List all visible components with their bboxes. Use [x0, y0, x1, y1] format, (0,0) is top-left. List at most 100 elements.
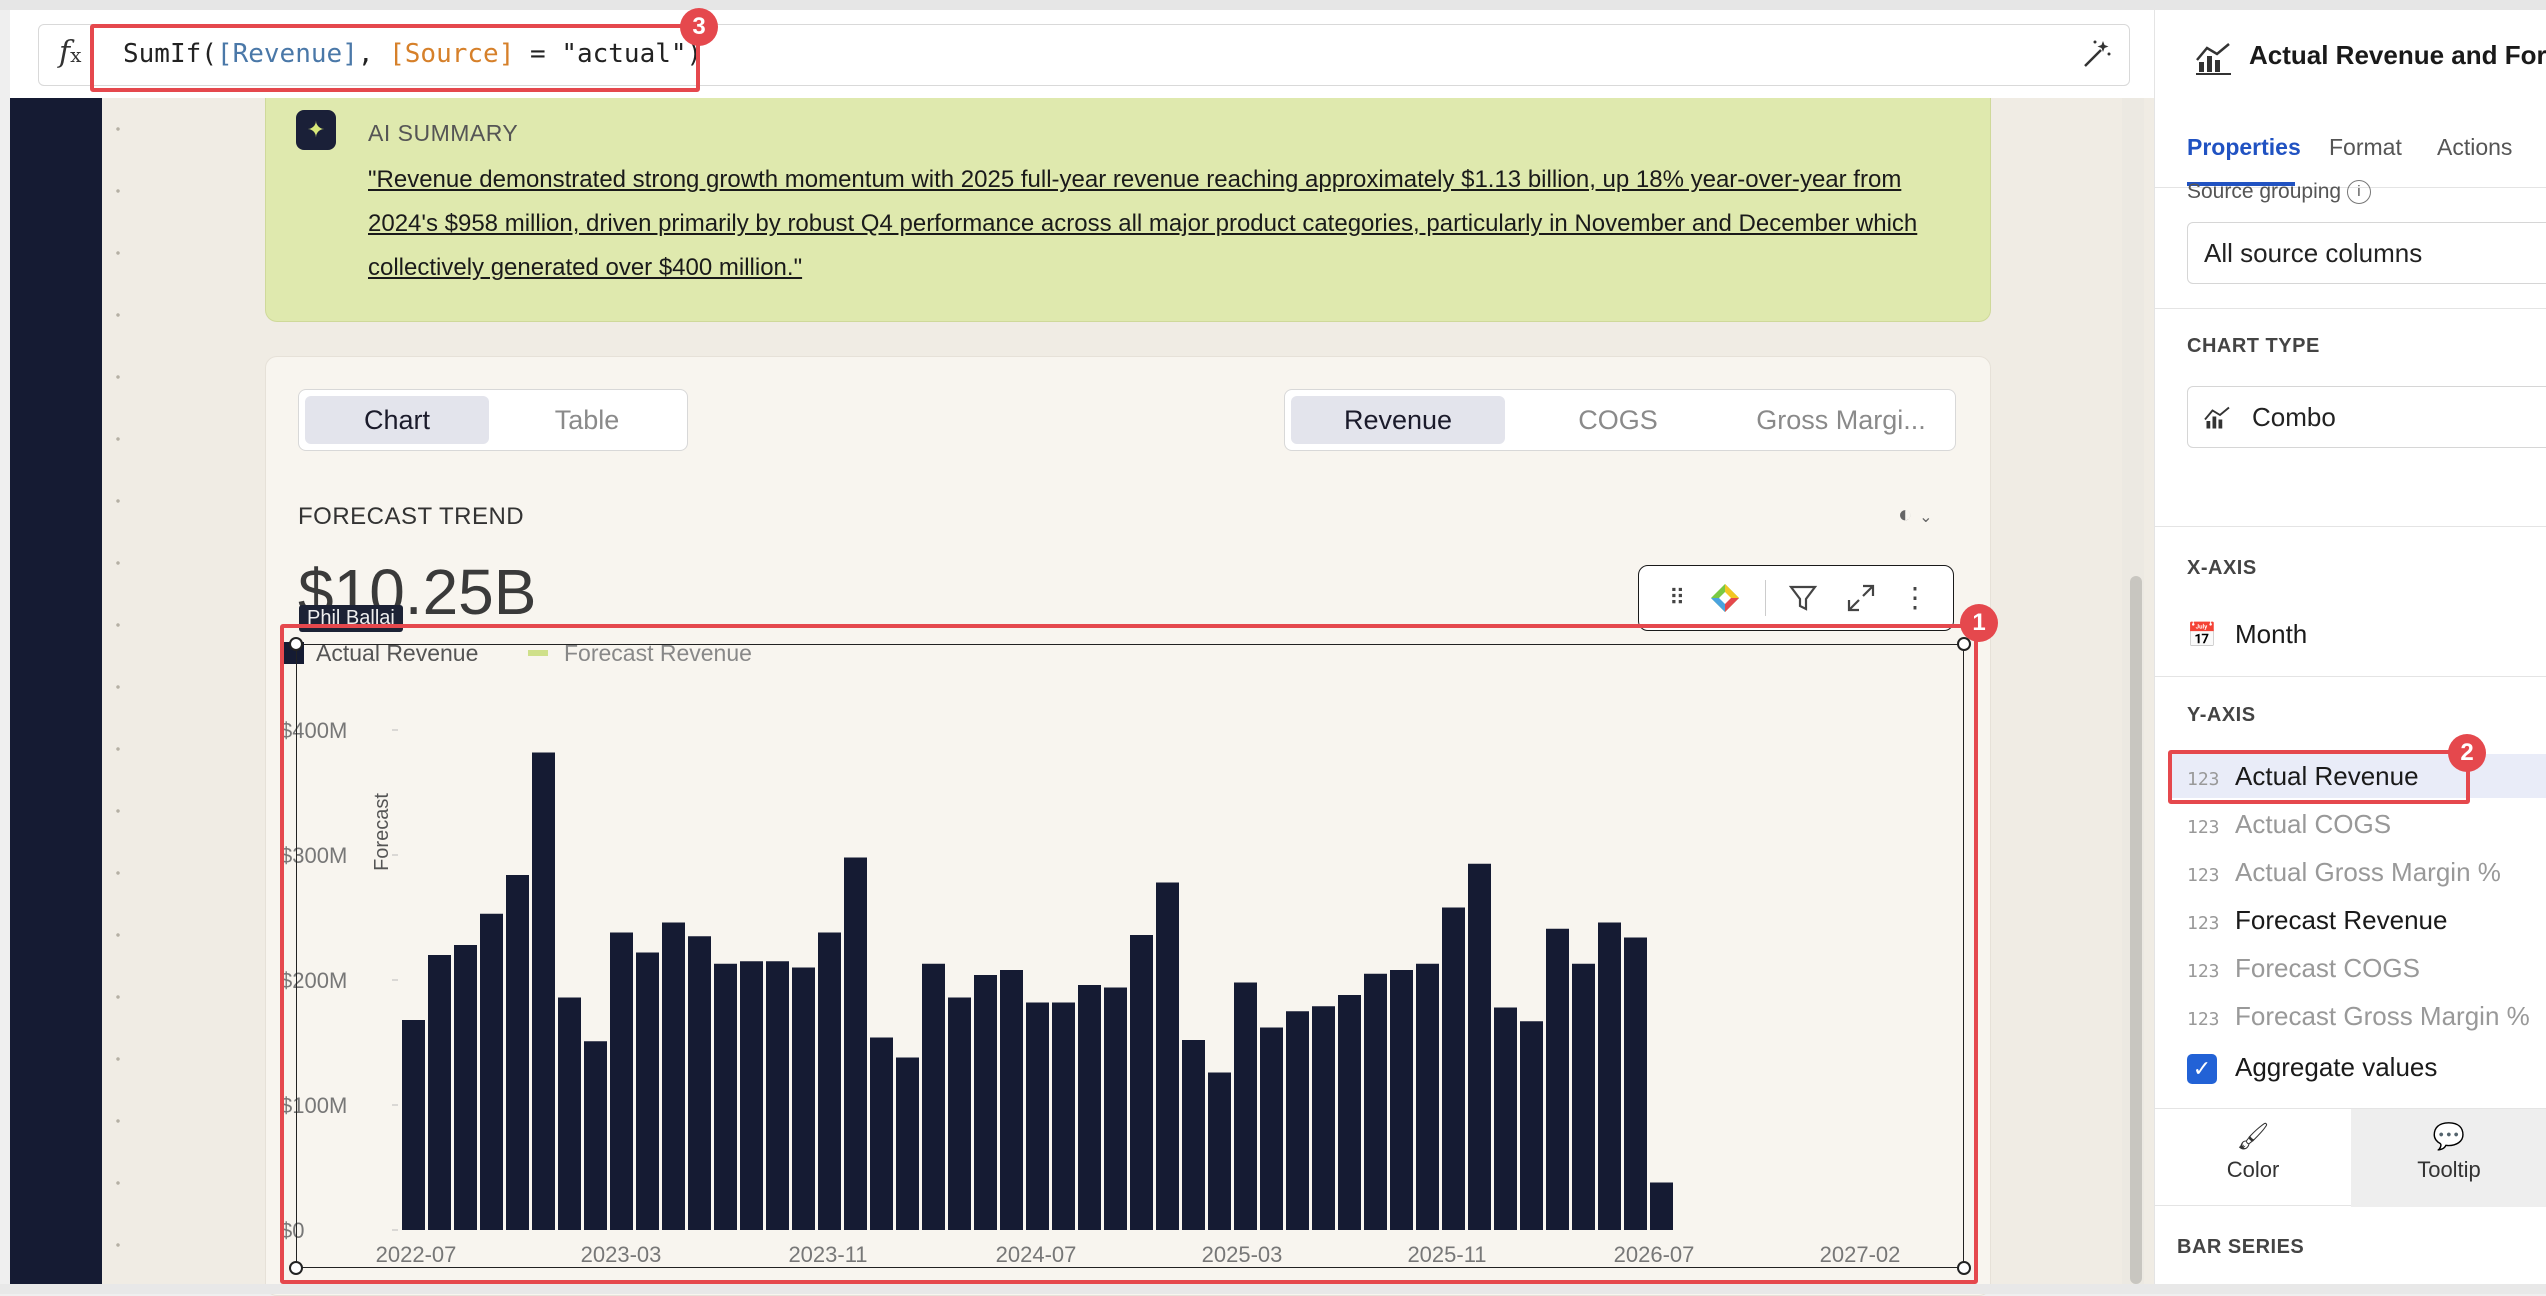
info-icon[interactable]: i: [2346, 180, 2371, 205]
bar: [636, 952, 659, 1230]
tab-color[interactable]: 🖌 Color: [2155, 1109, 2351, 1207]
divider: [2155, 308, 2546, 309]
tooltip-icon: 💬: [2432, 1121, 2466, 1151]
element-toolbar: ⠿ ⋮: [1638, 565, 1954, 631]
resize-handle-bl[interactable]: [289, 1261, 303, 1275]
bar: [1156, 882, 1179, 1230]
chart-type-select[interactable]: Combo: [2187, 386, 2546, 448]
sparkle-icon: ✦: [296, 110, 336, 150]
y-tick-label: $300M: [280, 843, 347, 868]
x-tick-label: 2023-11: [788, 1242, 867, 1267]
y-field-actual-cogs[interactable]: 123 Actual COGS: [2187, 802, 2546, 846]
bar: [480, 913, 503, 1230]
bar: [1546, 928, 1569, 1230]
tab-tooltip[interactable]: 💬 Tooltip: [2351, 1109, 2546, 1207]
tab-format[interactable]: Format: [2329, 134, 2402, 161]
ai-assist-icon[interactable]: [1707, 580, 1743, 616]
ai-summary-panel: ✦ AI SUMMARY "Revenue demonstrated stron…: [265, 98, 1991, 322]
y-field-actual-revenue[interactable]: 123 Actual Revenue: [2171, 754, 2546, 798]
bar-series-label: BAR SERIES: [2177, 1236, 2305, 1258]
revenue-bar-chart[interactable]: Actual Revenue Forecast Revenue $0 $100M $20…: [270, 640, 1970, 1280]
canvas-scrollbar-thumb[interactable]: [2130, 576, 2142, 1284]
tab-properties[interactable]: Properties: [2187, 134, 2301, 161]
bar: [1026, 1002, 1049, 1230]
expand-icon[interactable]: [1843, 580, 1879, 616]
bar: [792, 967, 815, 1230]
forecast-trend-label: FORECAST TREND: [298, 503, 525, 530]
x-axis-field[interactable]: 📅 Month: [2187, 612, 2546, 656]
x-tick-label: 2022-07: [376, 1242, 457, 1267]
filter-icon[interactable]: [1785, 580, 1821, 616]
tab-gross-margin[interactable]: Gross Margi...: [1731, 396, 1951, 444]
source-grouping-label: Source grouping i: [2187, 180, 2371, 205]
metric-tabs: Revenue COGS Gross Margi...: [1284, 389, 1956, 451]
bar: [1468, 863, 1491, 1230]
bar: [558, 997, 581, 1230]
chart-view-button[interactable]: Chart: [305, 396, 489, 444]
table-view-button[interactable]: Table: [495, 396, 679, 444]
annotation-badge-2: 2: [2448, 734, 2486, 772]
ai-summary-title: AI SUMMARY: [368, 120, 519, 146]
annotation-badge-1: 1: [1960, 604, 1998, 642]
annotation-badge-3: 3: [680, 8, 718, 46]
bar: [1312, 1006, 1335, 1230]
tab-revenue[interactable]: Revenue: [1291, 396, 1505, 444]
bar: [1442, 907, 1465, 1230]
resize-handle-tl[interactable]: [289, 637, 303, 651]
bar: [1000, 970, 1023, 1230]
chart-type-value: Combo: [2252, 402, 2336, 432]
y-field-actual-gross-margin[interactable]: 123 Actual Gross Margin %: [2187, 850, 2546, 894]
bar: [766, 961, 789, 1230]
bar: [1598, 922, 1621, 1230]
combo-chart-icon: [2196, 43, 2231, 75]
bar: [1234, 982, 1257, 1230]
source-grouping-select[interactable]: All source columns: [2187, 222, 2546, 284]
x-tick-label: 2024-07: [996, 1242, 1077, 1267]
bar: [844, 857, 867, 1230]
bar: [454, 945, 477, 1230]
y-field-forecast-revenue[interactable]: 123 Forecast Revenue: [2187, 898, 2546, 942]
window-top-strip: [0, 0, 2546, 10]
ai-summary-text: "Revenue demonstrated strong growth mome…: [368, 166, 1918, 281]
y-field-forecast-gross-margin[interactable]: 123 Forecast Gross Margin %: [2187, 994, 2546, 1038]
bar: [1364, 973, 1387, 1230]
x-tick-label: 2023-03: [581, 1242, 662, 1267]
bar: [922, 963, 945, 1230]
bar: [1624, 937, 1647, 1230]
theme-toggle-icon[interactable]: ◐ ⌄: [1898, 501, 1933, 529]
formula-text[interactable]: SumIf([Revenue], [Source] = "actual"): [123, 39, 702, 69]
bar: [402, 1020, 425, 1230]
bar: [714, 963, 737, 1230]
bar: [974, 975, 997, 1230]
combo-chart-icon-small: [2204, 406, 2230, 429]
bar: [1078, 985, 1101, 1230]
tab-actions[interactable]: Actions: [2437, 134, 2512, 161]
drag-handle-icon[interactable]: ⠿: [1659, 580, 1695, 616]
formula-input[interactable]: fx SumIf([Revenue], [Source] = "actual"): [38, 24, 2130, 86]
bar: [1520, 1021, 1543, 1230]
magic-wand-icon[interactable]: [2079, 38, 2113, 72]
bar: [688, 936, 711, 1230]
bar: [1260, 1027, 1283, 1230]
y-tick-label: $100M: [280, 1093, 347, 1118]
bar: [428, 955, 451, 1230]
series-format-tabs: 🖌 Color 💬 Tooltip: [2155, 1108, 2546, 1207]
legend-forecast-revenue: Forecast Revenue: [564, 640, 752, 666]
bar: [870, 1037, 893, 1230]
legend-swatch-forecast: [528, 650, 548, 656]
fx-icon: fx: [59, 35, 82, 70]
bar: [610, 932, 633, 1230]
bar: [1494, 1007, 1517, 1230]
y-field-forecast-cogs[interactable]: 123 Forecast COGS: [2187, 946, 2546, 990]
aggregate-checkbox[interactable]: ✓: [2187, 1054, 2217, 1084]
y-tick-label: $400M: [280, 718, 347, 743]
bar: [1572, 963, 1595, 1230]
toolbar-divider: [1765, 580, 1766, 616]
tab-cogs[interactable]: COGS: [1511, 396, 1725, 444]
more-options-icon[interactable]: ⋮: [1897, 580, 1933, 616]
x-tick-label: 2025-03: [1202, 1242, 1283, 1267]
bar: [740, 961, 763, 1230]
resize-handle-br[interactable]: [1957, 1261, 1971, 1275]
bar: [1338, 995, 1361, 1230]
divider: [2155, 526, 2546, 527]
